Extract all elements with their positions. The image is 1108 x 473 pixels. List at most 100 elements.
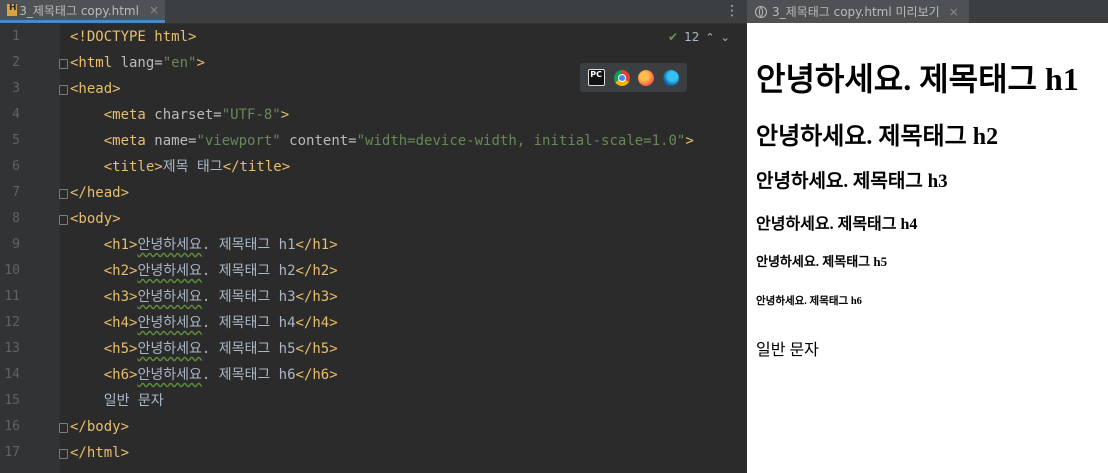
code-token: 안녕하세요 (137, 341, 202, 357)
heading-h4: 안녕하세요. 제목태그 h4 (756, 216, 918, 233)
code-line: 일반 문자 (70, 388, 164, 414)
browser-popup-bar (580, 63, 687, 92)
line-number: 1 (12, 29, 20, 44)
code-token: 안녕하세요 (137, 289, 202, 305)
more-options-icon[interactable]: ⋮ (725, 3, 739, 19)
code-line: <h1>안녕하세요. 제목태그 h1</h1> (70, 232, 338, 258)
code-line: <meta name="viewport" content="width=dev… (70, 128, 694, 154)
close-icon[interactable]: × (949, 5, 959, 19)
code-token: </h3> (295, 289, 338, 305)
code-token: > (280, 107, 290, 123)
line-number: 9 (12, 237, 20, 252)
code-token: . 제목태그 h5 (201, 341, 296, 357)
line-number: 16 (4, 419, 20, 434)
inspection-count: 12 (684, 30, 700, 44)
code-token: <h1> (103, 237, 138, 253)
heading-h2: 안녕하세요. 제목태그 h2 (756, 124, 999, 150)
code-token: charset= (154, 107, 222, 123)
code-token: . 제목태그 h6 (201, 367, 296, 383)
code-line: <meta charset="UTF-8"> (70, 102, 289, 128)
editor-tab-bar: 3_제목태그 copy.html × ⋮ (0, 0, 747, 24)
pycharm-icon[interactable] (588, 69, 606, 86)
code-token: <h3> (103, 289, 138, 305)
code-token: "UTF-8" (221, 107, 281, 123)
code-token: 제목 태그 (162, 159, 223, 175)
edge-icon[interactable] (662, 69, 679, 86)
code-line: <head> (70, 76, 121, 102)
line-number: 6 (12, 159, 20, 174)
code-line: <html lang="en"> (70, 50, 205, 76)
code-line: <h4>안녕하세요. 제목태그 h4</h4> (70, 310, 338, 336)
line-number: 11 (4, 289, 20, 304)
code-line: <title>제목 태그</title> (70, 154, 290, 180)
chevron-up-icon[interactable]: ⌃ (705, 31, 714, 44)
code-token: "en" (162, 55, 197, 71)
code-token: <meta (103, 107, 155, 123)
line-number: 3 (12, 81, 20, 96)
line-number: 8 (12, 211, 20, 226)
code-token: </head> (70, 185, 130, 201)
code-token: <!DOCTYPE html> (70, 29, 197, 45)
line-number: 10 (4, 263, 20, 278)
html-file-icon (6, 3, 18, 16)
code-token: name= (154, 133, 197, 149)
line-number-gutter: 1 2 3 4 5 6 7 8 9 10 11 12 13 14 15 16 17 (0, 24, 68, 473)
code-token: </html> (70, 445, 130, 461)
fold-marker-icon[interactable] (59, 59, 68, 69)
code-token: </h6> (295, 367, 338, 383)
code-token: </h1> (295, 237, 338, 253)
firefox-icon[interactable] (638, 69, 655, 86)
code-line: <h3>안녕하세요. 제목태그 h3</h3> (70, 284, 338, 310)
line-number: 14 (4, 367, 20, 382)
chrome-icon[interactable] (613, 69, 630, 86)
tab-label: 3_제목태그 copy.html (19, 3, 139, 18)
line-number: 12 (4, 315, 20, 330)
code-line: <h6>안녕하세요. 제목태그 h6</h6> (70, 362, 338, 388)
line-number: 4 (12, 107, 20, 122)
code-token: 안녕하세요 (137, 263, 202, 279)
code-token: . 제목태그 h2 (201, 263, 296, 279)
preview-pane: 3_제목태그 copy.html 미리보기 × 안녕하세요. 제목태그 h1 안… (747, 0, 1108, 473)
code-token: <h5> (103, 341, 138, 357)
tab-preview[interactable]: 3_제목태그 copy.html 미리보기 × (747, 0, 969, 23)
inspection-widget[interactable]: ✔ 12 ⌃ ⌄ (668, 30, 730, 44)
code-token: </h5> (295, 341, 338, 357)
check-icon: ✔ (668, 30, 679, 44)
tab-html-file[interactable]: 3_제목태그 copy.html × (0, 0, 165, 23)
code-line: </html> (70, 440, 129, 466)
code-line: <h5>안녕하세요. 제목태그 h5</h5> (70, 336, 338, 362)
fold-marker-icon[interactable] (59, 189, 68, 199)
heading-h3: 안녕하세요. 제목태그 h3 (756, 171, 948, 192)
preview-tab-label: 3_제목태그 copy.html 미리보기 (772, 5, 940, 19)
code-token: "width=device-width, initial-scale=1.0" (356, 133, 686, 149)
heading-h5: 안녕하세요. 제목태그 h5 (756, 254, 888, 269)
line-number: 2 (12, 55, 20, 70)
preview-tab-bar: 3_제목태그 copy.html 미리보기 × (747, 0, 1108, 23)
heading-h6: 안녕하세요. 제목태그 h6 (756, 296, 862, 307)
code-token: . 제목태그 h4 (201, 315, 296, 331)
fold-marker-icon[interactable] (59, 449, 68, 459)
line-number: 5 (12, 133, 20, 148)
code-token: 일반 문자 (70, 393, 164, 409)
line-number: 15 (4, 393, 20, 408)
code-editor-pane[interactable]: 3_제목태그 copy.html × ⋮ 1234567891011121314… (0, 0, 747, 473)
code-token: . 제목태그 h1 (201, 237, 296, 253)
code-line: </body> (70, 414, 129, 440)
fold-marker-icon[interactable] (59, 85, 68, 95)
close-icon[interactable]: × (149, 3, 159, 17)
code-token: <h6> (103, 367, 138, 383)
fold-marker-icon[interactable] (59, 423, 68, 433)
fold-marker-icon[interactable] (59, 215, 68, 225)
code-line: <h2>안녕하세요. 제목태그 h2</h2> (70, 258, 338, 284)
code-token: lang= (120, 55, 163, 71)
code-token: <body> (70, 211, 121, 227)
chevron-down-icon[interactable]: ⌄ (721, 31, 730, 44)
code-line: </head> (70, 180, 129, 206)
